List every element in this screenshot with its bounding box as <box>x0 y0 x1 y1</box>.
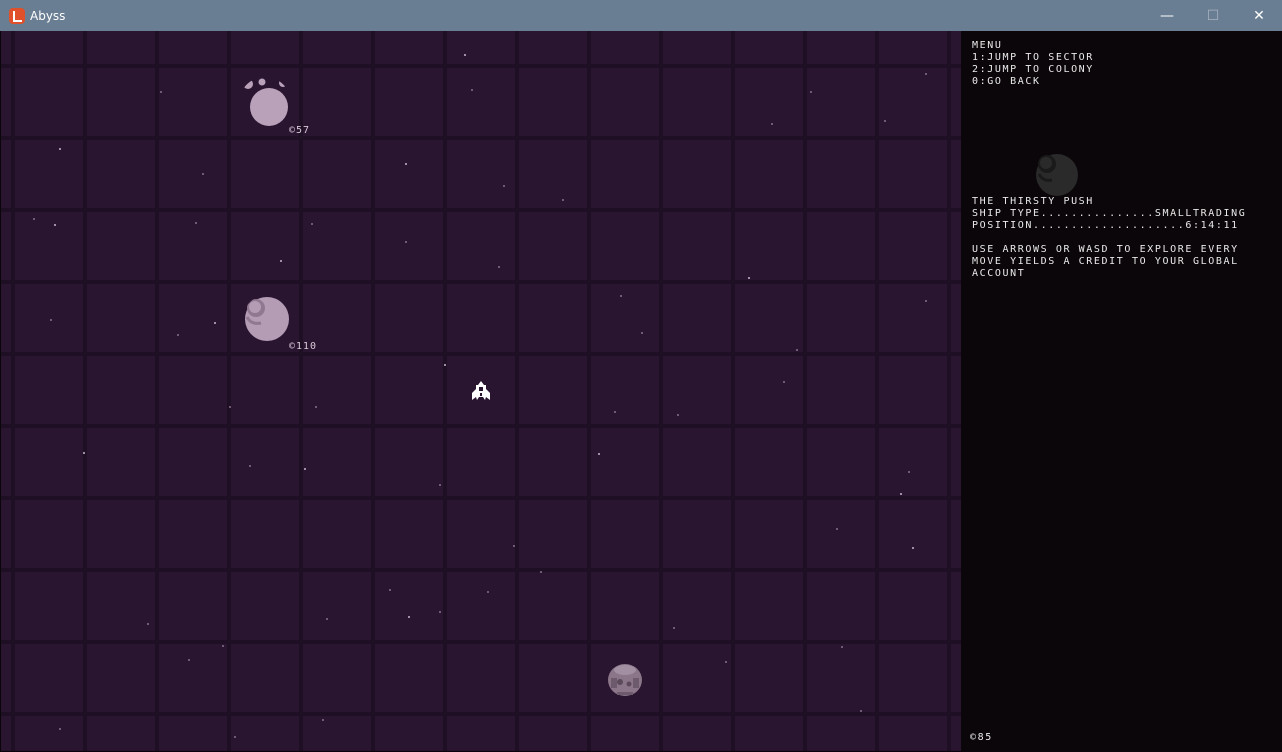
star <box>841 646 843 648</box>
star <box>214 322 216 324</box>
star <box>59 148 61 150</box>
star <box>725 661 727 663</box>
star <box>925 73 927 75</box>
star <box>195 222 197 224</box>
menu-item-go-back[interactable]: 0:GO BACK <box>972 76 1041 88</box>
star <box>471 89 473 91</box>
star <box>147 623 149 625</box>
info-panel: MENU 1:JUMP TO SECTOR 2:JUMP TO COLONY 0… <box>961 31 1282 752</box>
cratered-planet-icon[interactable] <box>243 295 291 343</box>
star <box>326 618 328 620</box>
help-text-line: ACCOUNT <box>972 268 1026 279</box>
sector-map[interactable]: ©57 ©110 <box>1 31 961 751</box>
star <box>439 611 441 613</box>
maximize-button[interactable]: ☐ <box>1190 0 1236 31</box>
star <box>222 645 224 647</box>
current-planet-icon <box>1036 154 1078 196</box>
star <box>503 185 505 187</box>
star <box>677 414 679 416</box>
global-credits: ©85 <box>970 732 993 743</box>
star <box>796 349 798 351</box>
star <box>641 332 643 334</box>
star <box>280 260 282 262</box>
window-controls: — ☐ ✕ <box>1144 0 1282 31</box>
star <box>771 123 773 125</box>
star <box>229 406 231 408</box>
star <box>783 381 785 383</box>
star <box>83 452 85 454</box>
star <box>498 266 500 268</box>
star <box>249 465 251 467</box>
star <box>234 736 236 738</box>
star <box>444 364 446 366</box>
star <box>810 91 812 93</box>
star <box>389 589 391 591</box>
ship-position: POSITION....................6:14:11 <box>972 220 1239 231</box>
star <box>598 453 600 455</box>
help-text-line: MOVE YIELDS A CREDIT TO YOUR GLOBAL <box>972 256 1239 267</box>
star <box>54 224 56 226</box>
star <box>405 163 407 165</box>
star <box>748 277 750 279</box>
menu-title: MENU <box>972 40 1003 51</box>
star <box>487 591 489 593</box>
menu-item-jump-to-colony[interactable]: 2:JUMP TO COLONY <box>972 64 1094 76</box>
app-logo-icon <box>9 7 25 24</box>
star <box>177 334 179 336</box>
menu-item-jump-to-sector[interactable]: 1:JUMP TO SECTOR <box>972 52 1094 64</box>
ship-name: THE THIRSTY PUSH <box>972 196 1094 207</box>
planet-credit-label: ©110 <box>289 341 318 352</box>
star <box>900 493 902 495</box>
star <box>464 54 466 56</box>
star <box>311 223 313 225</box>
star <box>912 547 914 549</box>
star <box>33 218 35 220</box>
star <box>405 241 407 243</box>
star <box>884 120 886 122</box>
star <box>620 295 622 297</box>
star <box>673 627 675 629</box>
star <box>540 571 542 573</box>
star <box>439 484 441 486</box>
minimize-button[interactable]: — <box>1144 0 1190 31</box>
star <box>908 471 910 473</box>
star <box>860 710 862 712</box>
colony-pod-icon[interactable] <box>607 660 643 698</box>
star <box>304 468 306 470</box>
star <box>614 411 616 413</box>
star <box>513 545 515 547</box>
star <box>59 728 61 730</box>
star <box>50 319 52 321</box>
star <box>836 528 838 530</box>
planet-with-moons-icon[interactable] <box>239 77 291 129</box>
close-button[interactable]: ✕ <box>1236 0 1282 31</box>
star <box>562 199 564 201</box>
window-title: Abyss <box>30 8 66 23</box>
star <box>315 406 317 408</box>
window-titlebar: Abyss — ☐ ✕ <box>0 0 1282 31</box>
star <box>202 173 204 175</box>
star <box>160 91 162 93</box>
planet-credit-label: ©57 <box>289 125 311 136</box>
star <box>188 659 190 661</box>
star <box>408 616 410 618</box>
star <box>322 719 324 721</box>
star <box>925 300 927 302</box>
spaceship-icon <box>472 381 490 400</box>
help-text-line: USE ARROWS OR WASD TO EXPLORE EVERY <box>972 244 1239 255</box>
ship-type: SHIP TYPE...............SMALLTRADING <box>972 208 1247 219</box>
